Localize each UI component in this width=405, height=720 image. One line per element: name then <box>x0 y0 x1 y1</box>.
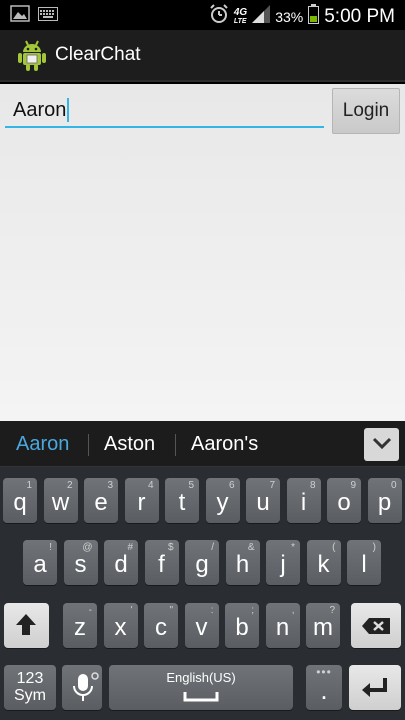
key-e[interactable]: 3e <box>84 478 118 523</box>
key-label: d <box>114 551 128 578</box>
key-label: g <box>195 551 209 578</box>
key-label: h <box>235 551 250 578</box>
key-label: w <box>51 489 70 516</box>
username-input[interactable] <box>5 90 324 128</box>
key-a[interactable]: ! a <box>23 540 57 585</box>
key-label: m <box>313 614 333 641</box>
login-screen: Login <box>0 84 405 421</box>
image-notification-icon <box>10 5 30 27</box>
key-label: z <box>74 614 86 641</box>
text-cursor <box>67 98 69 122</box>
shift-icon <box>15 613 37 642</box>
key-z[interactable]: -z <box>63 603 97 648</box>
key-y[interactable]: 6y <box>205 478 240 523</box>
key-p[interactable]: 0p <box>367 478 402 523</box>
key-label: n <box>275 614 290 641</box>
key-k[interactable]: (k <box>306 540 341 585</box>
key-b[interactable]: ; b <box>225 603 259 648</box>
key-label: c <box>155 614 167 641</box>
clock: 5:00 PM <box>324 5 395 27</box>
app-title: ClearChat <box>55 44 141 65</box>
android-app-icon <box>18 39 46 71</box>
backspace-icon <box>361 617 391 640</box>
backspace-key[interactable] <box>351 603 401 648</box>
key-label: r <box>137 489 146 516</box>
battery-icon <box>308 4 320 29</box>
key-label: e <box>94 489 108 516</box>
key-label: t <box>178 489 186 516</box>
key-c[interactable]: " c <box>144 603 178 648</box>
alarm-icon <box>209 4 229 29</box>
key-g[interactable]: / g <box>185 540 219 585</box>
suggestion-item[interactable]: Aaron <box>16 433 69 456</box>
key-m[interactable]: ? m <box>306 603 340 648</box>
space-key-language: English(US) <box>166 670 236 685</box>
status-bar: 4G LTE 33% 5:00 PM <box>0 0 405 30</box>
key-h[interactable]: & h <box>225 540 260 585</box>
key-o[interactable]: 9o <box>327 478 361 523</box>
suggestion-divider <box>88 434 89 456</box>
key-label: v <box>195 614 208 641</box>
key-x[interactable]: ' x <box>103 603 138 648</box>
key-label: b <box>235 614 249 641</box>
symbols-key[interactable]: 123 Sym <box>4 665 56 710</box>
key-label: j <box>280 551 286 578</box>
key-u[interactable]: 7u <box>246 478 280 523</box>
network-type-icon: 4G LTE <box>233 6 248 25</box>
key-w[interactable]: 2w <box>43 478 78 523</box>
chevron-down-icon <box>372 436 392 454</box>
signal-strength-icon <box>252 5 271 28</box>
voice-input-key[interactable] <box>62 665 102 710</box>
collapse-suggestions-button[interactable] <box>364 428 399 461</box>
key-label: i <box>300 489 307 516</box>
key-label: y <box>216 489 229 516</box>
shift-key[interactable] <box>4 603 49 648</box>
key-label: x <box>114 614 127 641</box>
key-v[interactable]: :v <box>184 603 219 648</box>
key-label: a <box>33 551 47 578</box>
key-i[interactable]: 8i <box>286 478 321 523</box>
key-s[interactable]: @ s <box>63 540 98 585</box>
key-t[interactable]: 5t <box>165 478 199 523</box>
period-key[interactable]: ••• . <box>306 665 342 710</box>
key-q[interactable]: 1q <box>3 478 37 523</box>
key-f[interactable]: $ f <box>144 540 179 585</box>
login-button[interactable]: Login <box>332 88 400 134</box>
suggestion-bar: Aaron Aston Aaron's <box>0 421 405 467</box>
key-l[interactable]: ) l <box>347 540 381 585</box>
key-label: l <box>361 551 367 578</box>
space-bar-icon <box>183 689 219 707</box>
key-label: s <box>74 551 87 578</box>
action-bar: ClearChat <box>0 30 405 82</box>
key-j[interactable]: * j <box>266 540 300 585</box>
enter-icon <box>361 676 389 705</box>
key-d[interactable]: # d <box>104 540 138 585</box>
key-label: q <box>13 489 27 516</box>
key-label: u <box>256 489 270 516</box>
key-n[interactable]: ,n <box>265 603 300 648</box>
key-label: p <box>377 489 392 516</box>
suggestion-item[interactable]: Aston <box>104 433 155 456</box>
keyboard-notification-icon <box>38 6 58 26</box>
space-key[interactable]: English(US) <box>109 665 293 710</box>
suggestion-item[interactable]: Aaron's <box>191 433 258 456</box>
period-key-label: . <box>320 675 328 705</box>
suggestion-divider <box>175 434 176 456</box>
key-r[interactable]: 4r <box>124 478 159 523</box>
symbols-key-label: 123 Sym <box>14 670 46 704</box>
battery-percent: 33% <box>275 8 304 25</box>
settings-gear-icon <box>91 667 99 685</box>
key-label: o <box>337 489 351 516</box>
enter-key[interactable] <box>349 665 401 710</box>
key-label: f <box>158 551 165 578</box>
soft-keyboard: Aaron Aston Aaron's 1q2w3e4r5t6y7u8i9o0p… <box>0 421 405 720</box>
key-label: k <box>317 551 330 578</box>
